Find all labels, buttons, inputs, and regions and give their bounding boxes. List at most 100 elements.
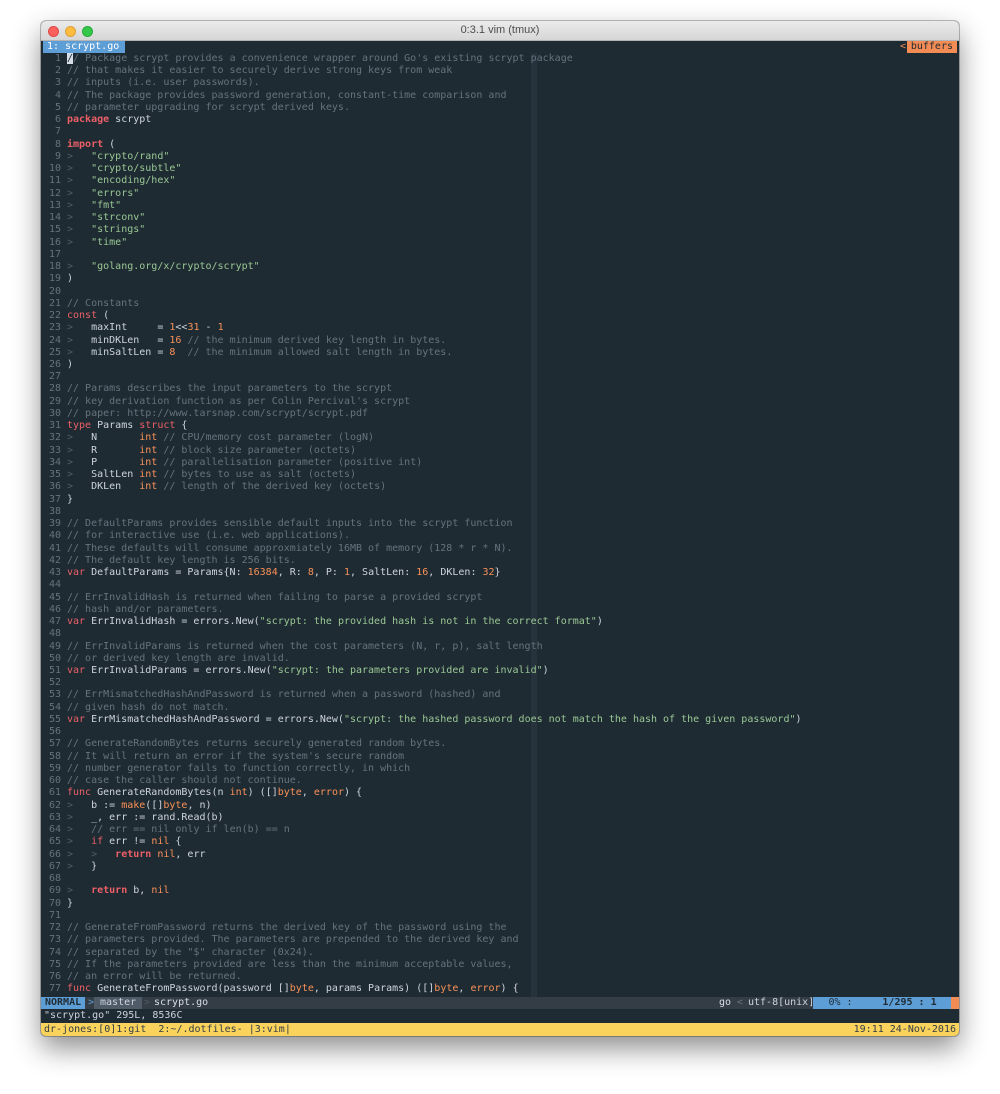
code-line[interactable]: 49 // ErrInvalidParams is returned when t… bbox=[41, 641, 543, 653]
code-line[interactable]: 47 var ErrInvalidHash = errors.New("scryp… bbox=[41, 616, 603, 628]
code-line[interactable]: 15 > "strings" bbox=[41, 224, 145, 236]
line-text: // These defaults will consume approxmia… bbox=[67, 542, 513, 554]
line-number: 3 bbox=[54, 77, 61, 89]
tmux-windows[interactable]: dr-jones:[0]1:git 2:~/.dotfiles- |3:vim| bbox=[44, 1023, 291, 1036]
code-line[interactable]: 28 // Params describes the input paramete… bbox=[41, 383, 392, 395]
code-line[interactable]: 14 > "strconv" bbox=[41, 212, 145, 224]
code-line[interactable]: 20 bbox=[41, 286, 67, 298]
line-number: 75 bbox=[48, 958, 61, 970]
code-line[interactable]: 24 > minDKLen = 16 // the minimum derived… bbox=[41, 335, 446, 347]
code-line[interactable]: 60 // case the caller should not continue… bbox=[41, 775, 302, 787]
code-line[interactable]: 54 // given hash do not match. bbox=[41, 702, 230, 714]
code-line[interactable]: 38 bbox=[41, 506, 67, 518]
code-line[interactable]: 7 bbox=[41, 126, 67, 138]
tab-scrypt-go[interactable]: 1: scrypt.go bbox=[43, 41, 126, 53]
code-line[interactable]: 32 > N int // CPU/memory cost parameter (… bbox=[41, 432, 374, 444]
code-line[interactable]: 45 // ErrInvalidHash is returned when fai… bbox=[41, 592, 482, 604]
code-line[interactable]: 56 bbox=[41, 726, 67, 738]
line-text: > // err == nil only if len(b) == n bbox=[67, 824, 290, 836]
line-number: 55 bbox=[48, 713, 61, 725]
code-line[interactable]: 59 // number generator fails to function … bbox=[41, 763, 410, 775]
line-text: // case the caller should not continue. bbox=[67, 775, 302, 787]
code-line[interactable]: 77 func GenerateFromPassword(password []b… bbox=[41, 983, 519, 995]
code-line[interactable]: 48 bbox=[41, 628, 67, 640]
code-line[interactable]: 68 bbox=[41, 873, 67, 885]
code-line[interactable]: 1 // Package scrypt provides a convenienc… bbox=[41, 53, 573, 65]
code-line[interactable]: 31 type Params struct { bbox=[41, 420, 187, 432]
code-line[interactable]: 65 > if err != nil { bbox=[41, 836, 181, 848]
code-line[interactable]: 23 > maxInt = 1<<31 - 1 bbox=[41, 322, 224, 334]
code-line[interactable]: 40 // for interactive use (i.e. web appli… bbox=[41, 530, 350, 542]
code-line[interactable]: 62 > b := make([]byte, n) bbox=[41, 800, 212, 812]
code-line[interactable]: 44 bbox=[41, 579, 67, 591]
code-line[interactable]: 27 bbox=[41, 371, 67, 383]
code-line[interactable]: 58 // It will return an error if the syst… bbox=[41, 751, 404, 763]
file-encoding: utf-8[unix] bbox=[748, 997, 815, 1008]
code-line[interactable]: 13 > "fmt" bbox=[41, 200, 121, 212]
code-line[interactable]: 61 func GenerateRandomBytes(n int) ([]byt… bbox=[41, 787, 362, 799]
code-line[interactable]: 39 // DefaultParams provides sensible def… bbox=[41, 518, 513, 530]
code-editor[interactable]: 1 // Package scrypt provides a convenienc… bbox=[41, 53, 959, 997]
code-line[interactable]: 71 bbox=[41, 910, 67, 922]
code-line[interactable]: 67 > } bbox=[41, 861, 97, 873]
code-line[interactable]: 76 // an error will be returned. bbox=[41, 971, 242, 983]
code-line[interactable]: 55 var ErrMismatchedHashAndPassword = err… bbox=[41, 714, 802, 726]
code-line[interactable]: 63 > _, err := rand.Read(b) bbox=[41, 812, 224, 824]
code-line[interactable]: 36 > DKLen int // length of the derived k… bbox=[41, 481, 386, 493]
code-line[interactable]: 57 // GenerateRandomBytes returns securel… bbox=[41, 738, 446, 750]
tmux-clock: 19:11 24-Nov-2016 bbox=[853, 1024, 956, 1035]
code-line[interactable]: 4 // The package provides password genera… bbox=[41, 90, 507, 102]
line-text: > "encoding/hex" bbox=[67, 175, 176, 187]
code-line[interactable]: 50 // or derived key length are invalid. bbox=[41, 653, 290, 665]
code-line[interactable]: 70} bbox=[41, 898, 73, 910]
code-line[interactable]: 74 // separated by the "$" character (0x2… bbox=[41, 947, 314, 959]
code-line[interactable]: 37} bbox=[41, 494, 73, 506]
code-line[interactable]: 51 var ErrInvalidParams = errors.New("scr… bbox=[41, 665, 549, 677]
code-line[interactable]: 11 > "encoding/hex" bbox=[41, 175, 175, 187]
line-text: type Params struct { bbox=[67, 420, 188, 432]
code-line[interactable]: 22 const ( bbox=[41, 310, 109, 322]
code-line[interactable]: 8 import ( bbox=[41, 139, 115, 151]
code-line[interactable]: 6 package scrypt bbox=[41, 114, 151, 126]
code-line[interactable]: 18 > "golang.org/x/crypto/scrypt" bbox=[41, 261, 260, 273]
code-line[interactable]: 2 // that makes it easier to securely der… bbox=[41, 65, 452, 77]
line-text: var ErrInvalidParams = errors.New("scryp… bbox=[67, 665, 549, 676]
vim-tabline: 1: scrypt.go < buffers bbox=[41, 41, 959, 53]
code-line[interactable]: 73 // parameters provided. The parameters… bbox=[41, 934, 519, 946]
buffers-label[interactable]: buffers bbox=[906, 41, 957, 53]
code-line[interactable]: 69 > return b, nil bbox=[41, 885, 169, 897]
code-line[interactable]: 53 // ErrMismatchedHashAndPassword is ret… bbox=[41, 689, 501, 701]
code-line[interactable]: 3 // inputs (i.e. user passwords). bbox=[41, 77, 260, 89]
command-line[interactable]: "scrypt.go" 295L, 8536C bbox=[44, 1010, 182, 1022]
code-line[interactable]: 9 > "crypto/rand" bbox=[41, 151, 169, 163]
code-line[interactable]: 52 bbox=[41, 677, 67, 689]
line-number: 18 bbox=[48, 261, 61, 273]
code-line[interactable]: 5 // parameter upgrading for scrypt deriv… bbox=[41, 102, 350, 114]
code-line[interactable]: 26) bbox=[41, 359, 73, 371]
code-line[interactable]: 10 > "crypto/subtle" bbox=[41, 163, 181, 175]
line-number: 68 bbox=[48, 873, 61, 885]
code-line[interactable]: 29 // key derivation function as per Coli… bbox=[41, 396, 410, 408]
code-line[interactable]: 64 > // err == nil only if len(b) == n bbox=[41, 824, 290, 836]
code-line[interactable]: 41 // These defaults will consume approxm… bbox=[41, 543, 513, 555]
line-number: 51 bbox=[48, 665, 61, 676]
code-line[interactable]: 16 > "time" bbox=[41, 237, 127, 249]
code-line[interactable]: 30 // paper: http://www.tarsnap.com/scryp… bbox=[41, 408, 368, 420]
line-number: 21 bbox=[48, 297, 61, 309]
line-number: 61 bbox=[48, 787, 61, 799]
code-line[interactable]: 21 // Constants bbox=[41, 298, 139, 310]
code-line[interactable]: 75 // If the parameters provided are less… bbox=[41, 959, 513, 971]
line-text: const ( bbox=[67, 310, 110, 322]
code-line[interactable]: 66 > > return nil, err bbox=[41, 849, 206, 861]
code-line[interactable]: 72 // GenerateFromPassword returns the de… bbox=[41, 922, 507, 934]
code-line[interactable]: 42 // The default key length is 256 bits. bbox=[41, 555, 296, 567]
code-line[interactable]: 25 > minSaltLen = 8 // the minimum allowe… bbox=[41, 347, 452, 359]
code-line[interactable]: 34 > P int // parallelisation parameter (… bbox=[41, 457, 422, 469]
code-line[interactable]: 43 var DefaultParams = Params{N: 16384, R… bbox=[41, 567, 501, 579]
code-line[interactable]: 46 // hash and/or parameters. bbox=[41, 604, 224, 616]
code-line[interactable]: 35 > SaltLen int // bytes to use as salt … bbox=[41, 469, 356, 481]
code-line[interactable]: 17 bbox=[41, 249, 67, 261]
code-line[interactable]: 12 > "errors" bbox=[41, 188, 139, 200]
code-line[interactable]: 19) bbox=[41, 273, 73, 285]
code-line[interactable]: 33 > R int // block size parameter (octet… bbox=[41, 445, 356, 457]
